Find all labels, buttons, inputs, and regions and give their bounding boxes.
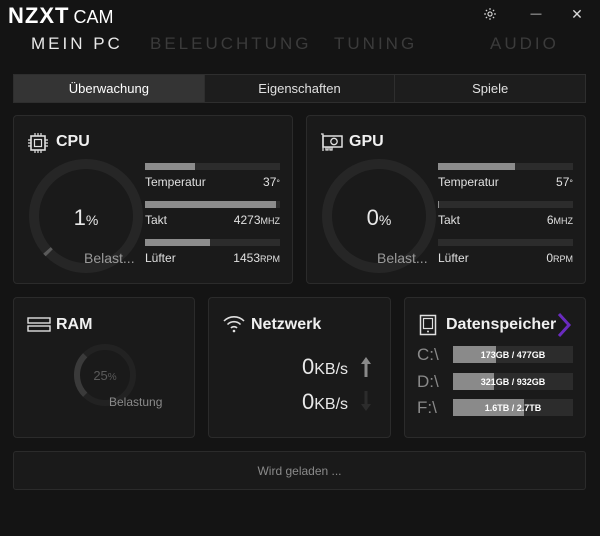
gpu-temp-bar: [438, 163, 515, 170]
drive-d-usage: 321GB / 932GB: [480, 376, 546, 387]
loading-panel: Wird geladen ...: [13, 451, 586, 490]
cpu-temp-bar: [145, 163, 195, 170]
cpu-chip-icon: [28, 133, 48, 153]
ram-title: RAM: [56, 316, 93, 333]
minimize-icon: —: [530, 8, 542, 20]
gpu-clock-label: Takt: [438, 213, 461, 227]
drive-d-letter: D:\: [417, 372, 439, 391]
gpu-fan-label: Lüfter: [438, 251, 469, 265]
network-card[interactable]: Netzwerk 0KB/s 0KB/s: [208, 297, 391, 438]
cpu-fan-label: Lüfter: [145, 251, 176, 265]
gpu-fan-value: 0RPM: [546, 251, 573, 265]
close-button[interactable]: ✕: [566, 4, 588, 24]
gpu-card[interactable]: GPU 0% Belast... Temperatur 57° Takt 6MH…: [306, 115, 586, 284]
nav-item-mein-pc[interactable]: MEIN PC: [31, 34, 123, 54]
cpu-temp-value: 37°: [263, 175, 280, 189]
title-bar: NZXT CAM — ✕: [0, 0, 600, 30]
logo-sub-text: CAM: [73, 7, 114, 27]
nav-item-beleuchtung[interactable]: BELEUCHTUNG: [150, 34, 311, 54]
gpu-load-value: 0%: [366, 205, 392, 230]
tab-eigenschaften[interactable]: Eigenschaften: [204, 75, 396, 102]
drive-c: C:\ 173GB / 477GB: [417, 345, 575, 365]
logo-main-text: NZXT: [8, 3, 70, 28]
drive-c-letter: C:\: [417, 345, 439, 364]
main-nav: MEIN PC BELEUCHTUNG TUNING AUDIO: [0, 32, 600, 60]
nav-item-tuning[interactable]: TUNING: [334, 34, 417, 54]
cpu-card[interactable]: CPU 1% Belast... Temperatur 37° Takt 427…: [13, 115, 293, 284]
chevron-right-icon[interactable]: [556, 312, 572, 338]
minimize-button[interactable]: —: [525, 4, 547, 24]
drive-c-usage: 173GB / 477GB: [480, 349, 546, 360]
ram-card[interactable]: RAM 25% Belastung: [13, 297, 195, 438]
cpu-clock-label: Takt: [145, 213, 168, 227]
cpu-title: CPU: [56, 133, 90, 150]
cpu-temp-label: Temperatur: [145, 175, 206, 189]
storage-title: Datenspeicher: [446, 316, 557, 333]
upload-arrow-icon: [361, 357, 371, 377]
sub-tabs: Überwachung Eigenschaften Spiele: [13, 74, 586, 103]
cpu-load-value: 1%: [73, 205, 99, 230]
cpu-clock-bar: [145, 201, 276, 208]
network-download-value: 0KB/s: [302, 389, 349, 414]
loading-text: Wird geladen ...: [257, 463, 342, 478]
gpu-clock-value: 6MHZ: [546, 213, 573, 227]
tab-ueberwachung[interactable]: Überwachung: [14, 75, 205, 102]
drive-f-letter: F:\: [417, 398, 437, 417]
download-arrow-icon: [361, 391, 371, 411]
storage-card[interactable]: Datenspeicher C:\ 173GB / 477GB D:\ 321G…: [404, 297, 586, 438]
drive-f: F:\ 1.6TB / 2.7TB: [417, 398, 575, 418]
cpu-clock-value: 4273MHZ: [233, 213, 280, 227]
close-icon: ✕: [571, 5, 583, 22]
gpu-card-icon: [321, 133, 343, 151]
gpu-temp-value: 57°: [556, 175, 573, 189]
ram-load-value: 25%: [93, 368, 117, 383]
nav-item-audio[interactable]: AUDIO: [490, 34, 559, 54]
settings-button[interactable]: [479, 4, 501, 24]
gpu-temp-label: Temperatur: [438, 175, 499, 189]
storage-drive-icon: [419, 314, 437, 336]
cpu-fan-bar: [145, 239, 210, 246]
tab-spiele[interactable]: Spiele: [395, 75, 586, 102]
wifi-icon: [223, 316, 245, 333]
cpu-fan-value: 1453RPM: [233, 251, 280, 265]
ram-load-label: Belastung: [109, 395, 163, 409]
drive-f-usage: 1.6TB / 2.7TB: [484, 402, 542, 413]
gpu-clock-bar: [438, 201, 440, 208]
network-title: Netzwerk: [251, 316, 322, 333]
ram-module-icon: [27, 317, 51, 332]
cpu-load-label: Belast...: [84, 250, 135, 266]
gpu-load-label: Belast...: [377, 250, 428, 266]
network-upload-value: 0KB/s: [302, 354, 349, 379]
app-logo: NZXT CAM: [8, 3, 114, 28]
drive-d: D:\ 321GB / 932GB: [417, 372, 575, 392]
gpu-title: GPU: [349, 133, 384, 150]
gear-icon: [484, 8, 496, 20]
